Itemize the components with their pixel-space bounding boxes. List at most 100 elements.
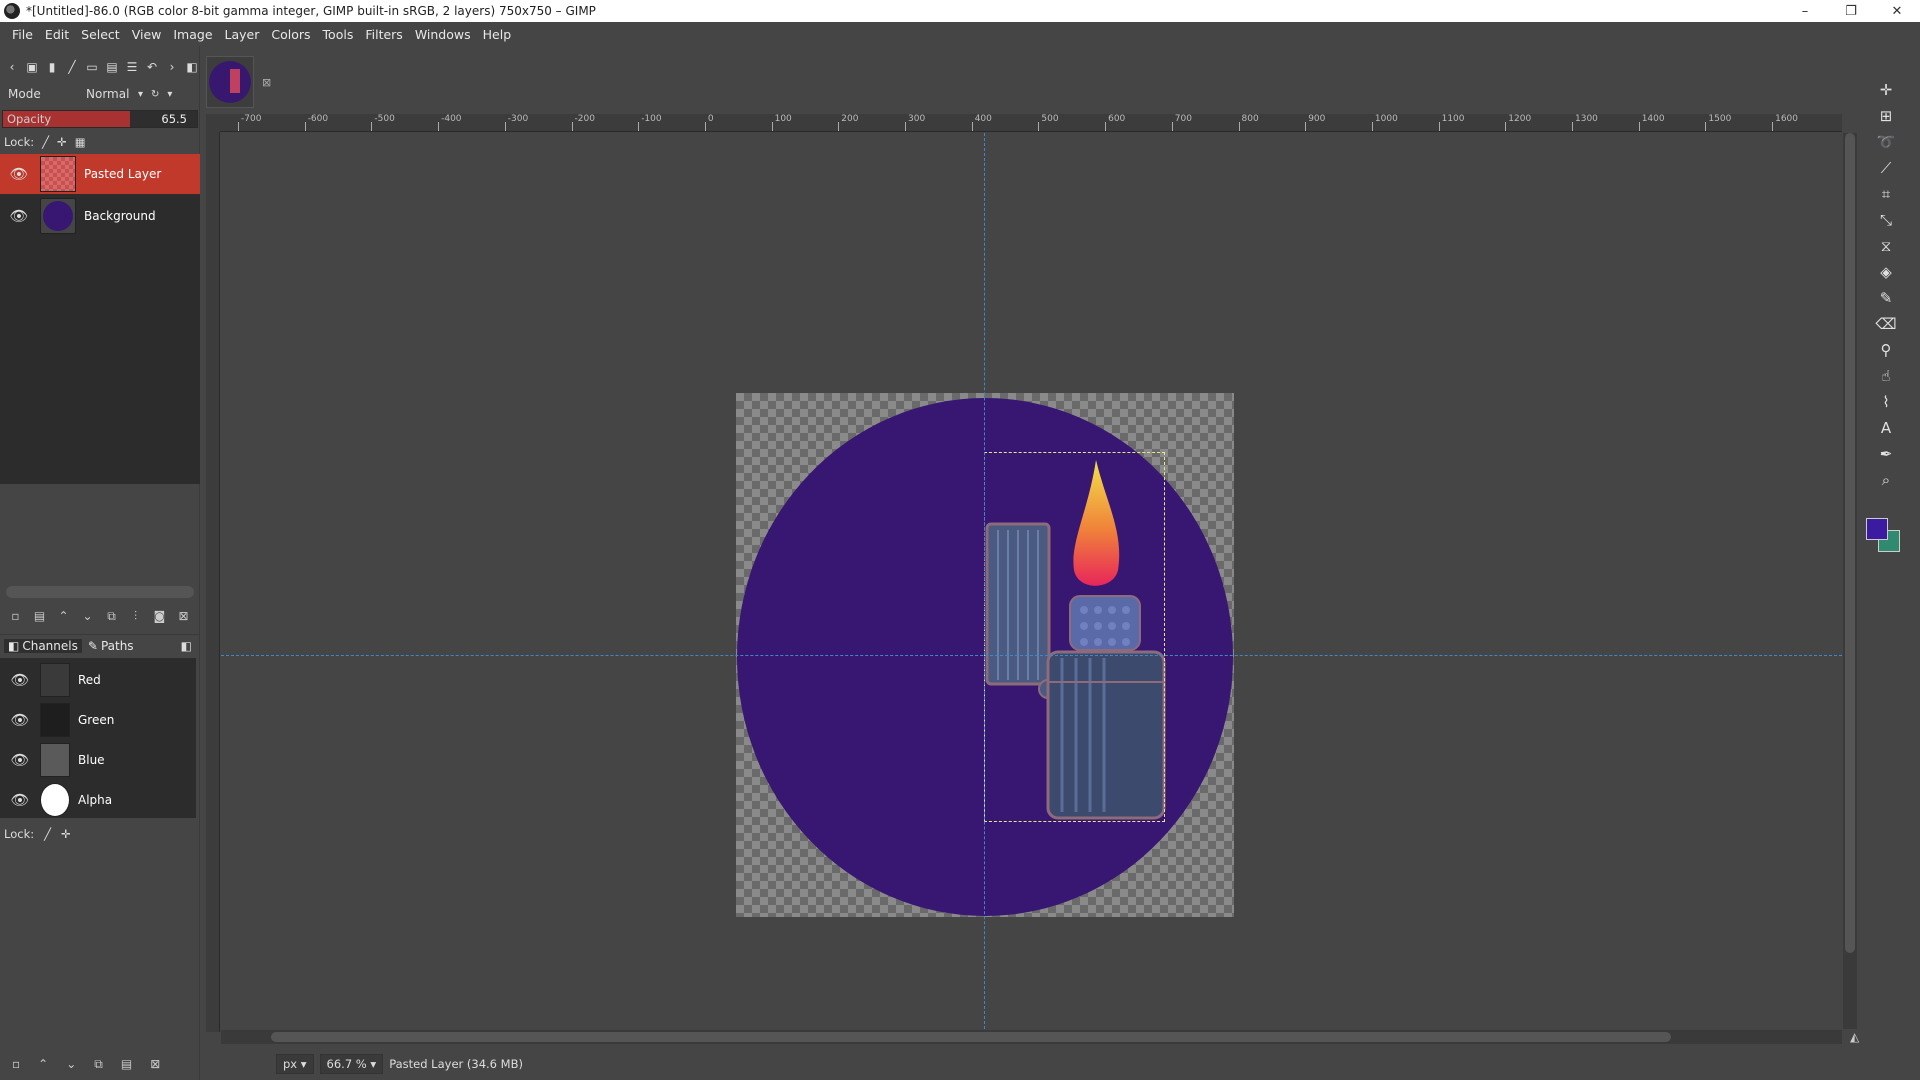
layer-row-pasted[interactable]: 👁 Pasted Layer xyxy=(0,154,200,194)
move-icon[interactable]: ✛ xyxy=(1874,78,1898,102)
channel-to-selection-icon[interactable]: ▤ xyxy=(121,1057,132,1071)
chevron-down-icon[interactable]: ▾ xyxy=(167,89,172,100)
images-icon[interactable]: ▤ xyxy=(104,58,120,76)
gradient-icon[interactable]: ▮ xyxy=(44,58,60,76)
visibility-eye-icon[interactable]: 👁 xyxy=(0,671,40,689)
device-status-icon[interactable]: ▭ xyxy=(84,58,100,76)
eraser-icon[interactable]: ⌫ xyxy=(1874,312,1898,336)
layer-name[interactable]: Pasted Layer xyxy=(84,167,161,181)
horizontal-guide[interactable] xyxy=(221,655,1842,656)
menu-view[interactable]: View xyxy=(126,27,168,42)
menu-edit[interactable]: Edit xyxy=(39,27,75,42)
brush-icon[interactable]: ╱ xyxy=(64,58,80,76)
clone-icon[interactable]: ⚲ xyxy=(1874,338,1898,362)
lower-channel-icon[interactable]: ⌄ xyxy=(66,1057,76,1071)
image-tab-thumbnail[interactable] xyxy=(206,56,254,108)
delete-channel-icon[interactable]: ⊠ xyxy=(150,1057,160,1071)
zoom-icon[interactable]: ⌕ xyxy=(1874,468,1898,492)
composite-mode-icon[interactable]: ↻ xyxy=(151,89,159,100)
menu-tools[interactable]: Tools xyxy=(317,27,360,42)
lock-alpha-icon[interactable]: ▦ xyxy=(75,135,86,149)
color-picker-icon[interactable]: ✒ xyxy=(1874,442,1898,466)
lock-position-icon[interactable]: ✛ xyxy=(61,827,71,841)
duplicate-channel-icon[interactable]: ⧉ xyxy=(94,1057,103,1072)
ruler-corner[interactable] xyxy=(206,114,220,132)
scroll-thumb[interactable] xyxy=(1845,133,1855,953)
menu-windows[interactable]: Windows xyxy=(409,27,477,42)
menu-select[interactable]: Select xyxy=(75,27,126,42)
menu-image[interactable]: Image xyxy=(167,27,218,42)
channel-row-green[interactable]: 👁 Green xyxy=(0,700,196,740)
anchor-layer-icon[interactable]: ⫶ xyxy=(128,609,143,624)
opacity-value[interactable]: 65.5 xyxy=(161,112,187,126)
tab-channels[interactable]: ◧ Channels xyxy=(4,638,82,653)
vertical-scrollbar[interactable] xyxy=(1843,133,1857,1029)
lock-pixels-icon[interactable]: ╱ xyxy=(44,827,51,841)
close-button[interactable]: ✕ xyxy=(1874,0,1920,22)
tab-menu-icon[interactable]: ◧ xyxy=(181,639,192,653)
channel-row-alpha[interactable]: 👁 Alpha xyxy=(0,780,196,820)
horizontal-scrollbar[interactable] xyxy=(221,1030,1842,1044)
lower-layer-icon[interactable]: ⌄ xyxy=(80,609,95,623)
menu-layer[interactable]: Layer xyxy=(219,27,266,42)
menu-help[interactable]: Help xyxy=(477,27,518,42)
text-icon[interactable]: A xyxy=(1874,416,1898,440)
visibility-eye-icon[interactable]: 👁 xyxy=(0,165,38,183)
fuzzy-select-icon[interactable]: ⟋ xyxy=(1874,156,1898,180)
unified-transform-icon[interactable]: ⤡ xyxy=(1874,208,1898,232)
layers-scrollbar[interactable] xyxy=(6,586,194,598)
layers-stack-icon[interactable]: ☰ xyxy=(124,58,140,76)
foreground-color-swatch[interactable] xyxy=(1866,518,1888,540)
tool-options-icon[interactable]: ▣ xyxy=(24,58,40,76)
tab-paths[interactable]: ✎ Paths xyxy=(88,639,134,653)
undo-history-icon[interactable]: ↶ xyxy=(144,58,160,76)
align-icon[interactable]: ⊞ xyxy=(1874,104,1898,128)
vertical-ruler[interactable] xyxy=(206,132,220,1032)
unit-select[interactable]: px ▾ xyxy=(276,1054,314,1074)
visibility-eye-icon[interactable]: 👁 xyxy=(0,751,40,769)
raise-layer-icon[interactable]: ⌃ xyxy=(56,609,71,623)
close-icon[interactable]: ⊠ xyxy=(262,76,271,89)
horizontal-ruler[interactable]: -700 -600 -500 -400 -300 -200 -100 0 100 200 300 40… xyxy=(220,114,1842,132)
navigate-icon[interactable]: ◭ xyxy=(1850,1030,1859,1044)
menu-file[interactable]: File xyxy=(6,27,39,42)
chevron-down-icon[interactable]: ▾ xyxy=(138,89,143,100)
bucket-fill-icon[interactable]: ◈ xyxy=(1874,260,1898,284)
paintbrush-icon[interactable]: ✎ xyxy=(1874,286,1898,310)
lock-pixels-icon[interactable]: ╱ xyxy=(42,135,49,149)
crop-icon[interactable]: ⌗ xyxy=(1874,182,1898,206)
layer-row-background[interactable]: 👁 Background xyxy=(0,196,200,236)
new-layer-icon[interactable]: ▫ xyxy=(8,609,23,623)
visibility-eye-icon[interactable]: 👁 xyxy=(0,791,40,809)
delete-layer-icon[interactable]: ⊠ xyxy=(176,609,191,623)
new-layer-group-icon[interactable]: ▤ xyxy=(32,609,47,623)
visibility-eye-icon[interactable]: 👁 xyxy=(0,711,40,729)
channel-row-blue[interactable]: 👁 Blue xyxy=(0,740,196,780)
title-bar: *[Untitled]-86.0 (RGB color 8-bit gamma … xyxy=(0,0,1920,22)
dock-config-icon[interactable]: ◧ xyxy=(184,58,200,76)
visibility-eye-icon[interactable]: 👁 xyxy=(0,207,38,225)
channel-row-red[interactable]: 👁 Red xyxy=(0,660,196,700)
zoom-select[interactable]: 66.7 % ▾ xyxy=(319,1054,384,1074)
menu-filters[interactable]: Filters xyxy=(359,27,408,42)
duplicate-layer-icon[interactable]: ⧉ xyxy=(104,609,119,624)
vertical-guide[interactable] xyxy=(984,133,985,1029)
warp-icon[interactable]: ⧖ xyxy=(1874,234,1898,258)
layer-name[interactable]: Background xyxy=(84,209,156,223)
back-arrow-icon[interactable]: ‹ xyxy=(4,58,20,76)
lasso-icon[interactable]: ➰ xyxy=(1874,130,1898,154)
raise-channel-icon[interactable]: ⌃ xyxy=(38,1057,48,1071)
smudge-icon[interactable]: ☝ xyxy=(1874,364,1898,388)
layer-mask-icon[interactable]: ◙ xyxy=(152,609,167,623)
mode-select[interactable]: Normal xyxy=(86,87,138,101)
new-channel-icon[interactable]: ▫ xyxy=(12,1057,20,1071)
menu-colors[interactable]: Colors xyxy=(265,27,316,42)
scroll-thumb[interactable] xyxy=(271,1032,1671,1042)
opacity-slider[interactable]: Opacity 65.5 xyxy=(2,110,198,128)
paths-icon[interactable]: ⌇ xyxy=(1874,390,1898,414)
restore-button[interactable]: ❐ xyxy=(1828,0,1874,22)
image-canvas[interactable] xyxy=(221,133,1842,1029)
minimize-button[interactable]: – xyxy=(1782,0,1828,22)
lock-position-icon[interactable]: ✛ xyxy=(57,135,67,149)
forward-arrow-icon[interactable]: › xyxy=(164,58,180,76)
